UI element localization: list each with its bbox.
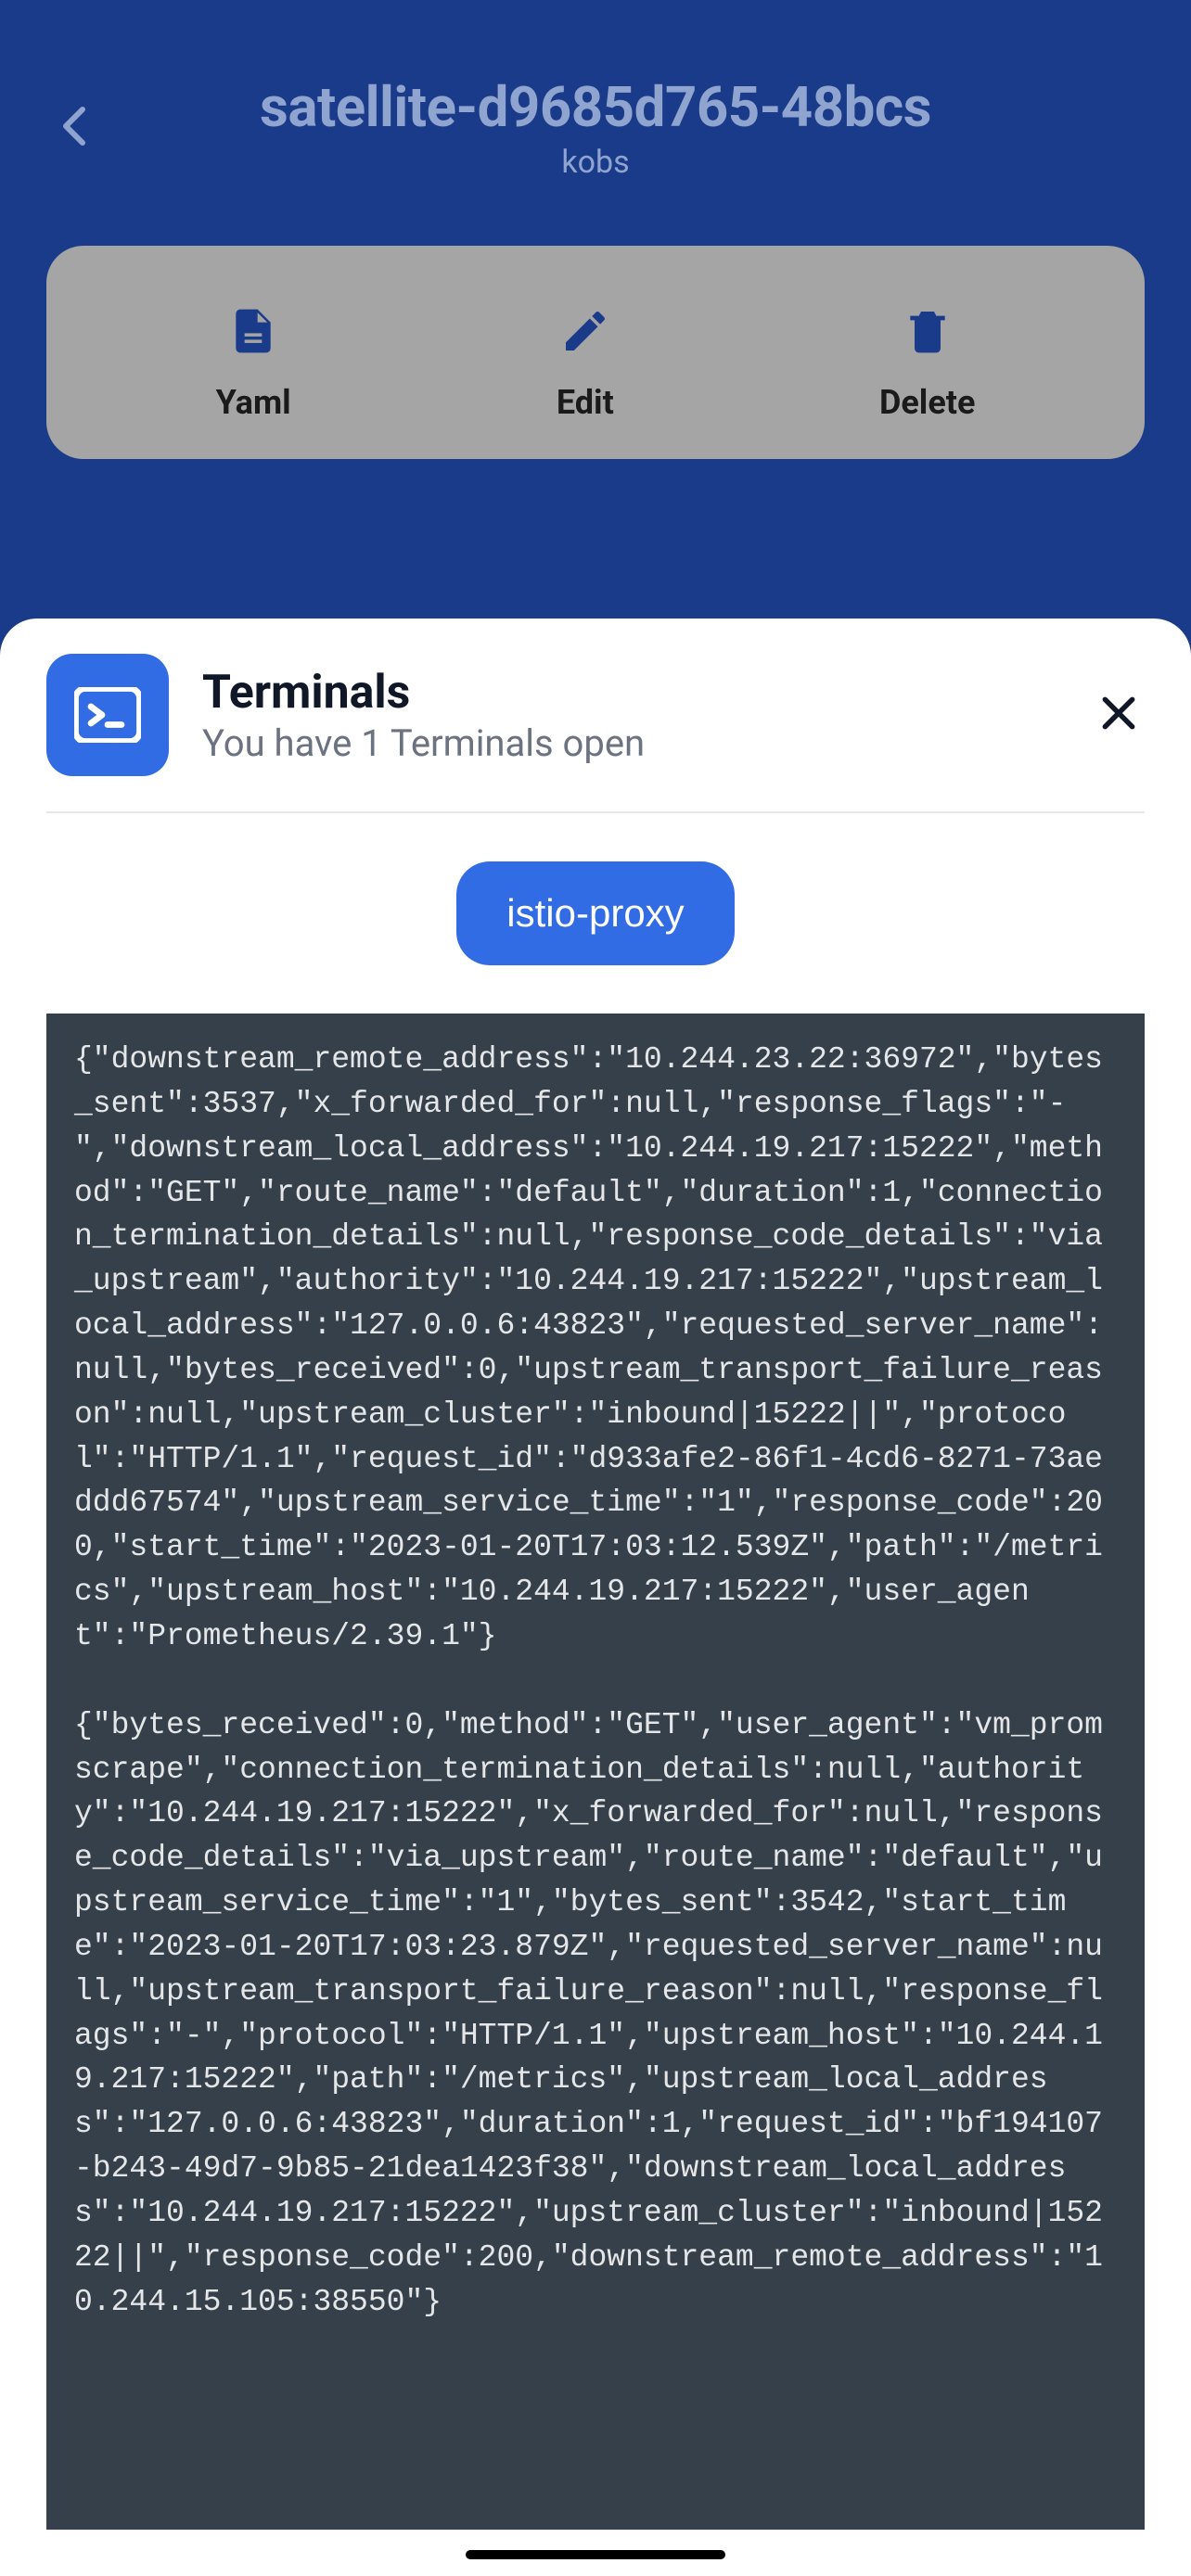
yaml-action[interactable]: Yaml (216, 301, 291, 422)
yaml-label: Yaml (216, 383, 291, 422)
trash-icon (898, 301, 957, 361)
modal-title: Terminals (202, 666, 1093, 720)
actions-card: Yaml Edit Delete (46, 246, 1145, 459)
tabs-row: istio-proxy (0, 813, 1191, 1014)
terminals-modal: Terminals You have 1 Terminals open isti… (0, 618, 1191, 2576)
chevron-left-icon (58, 104, 91, 152)
delete-action[interactable]: Delete (879, 301, 975, 422)
modal-header: Terminals You have 1 Terminals open (46, 654, 1145, 813)
modal-subtitle: You have 1 Terminals open (202, 721, 1093, 765)
pencil-icon (556, 301, 615, 361)
tab-istio-proxy[interactable]: istio-proxy (456, 861, 734, 965)
page-title: satellite-d9685d765-48bcs (102, 74, 1089, 140)
edit-action[interactable]: Edit (556, 301, 615, 422)
terminal-output[interactable]: {"downstream_remote_address":"10.244.23.… (46, 1014, 1145, 2530)
modal-titles: Terminals You have 1 Terminals open (202, 666, 1093, 765)
page-header: satellite-d9685d765-48bcs kobs (0, 0, 1191, 218)
close-icon (1098, 693, 1139, 737)
edit-label: Edit (557, 383, 614, 422)
delete-label: Delete (879, 383, 975, 422)
home-indicator[interactable] (466, 2550, 725, 2559)
back-button[interactable] (46, 100, 102, 156)
document-icon (224, 301, 283, 361)
terminal-icon (46, 654, 169, 776)
close-button[interactable] (1093, 689, 1145, 741)
header-titles: satellite-d9685d765-48bcs kobs (102, 74, 1089, 181)
page-subtitle: kobs (102, 144, 1089, 181)
